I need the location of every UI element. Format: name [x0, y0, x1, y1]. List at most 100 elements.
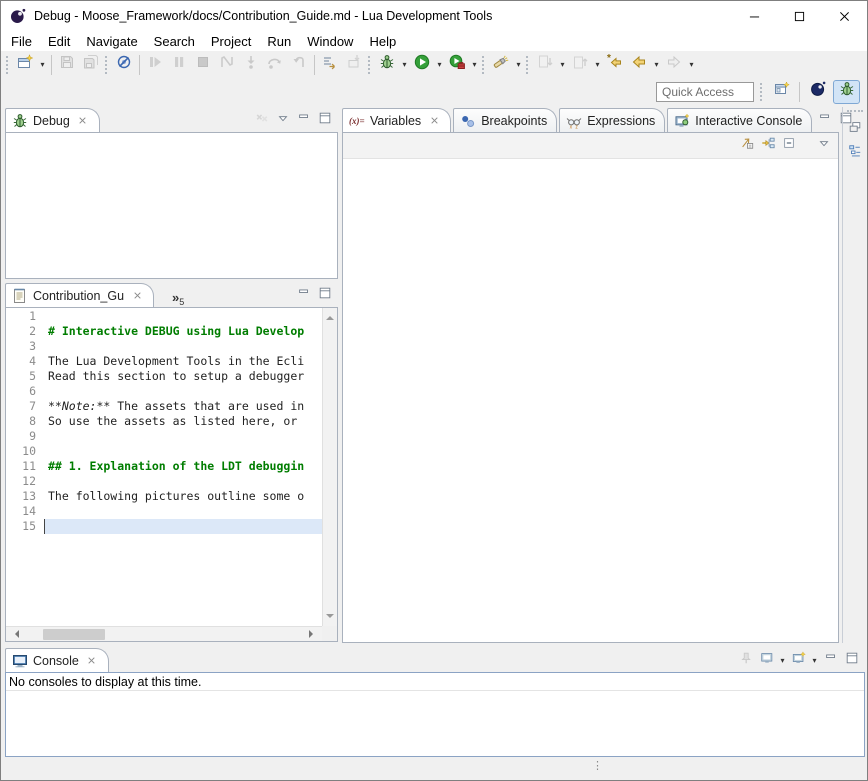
new-wizard-menu-chevron[interactable]: ▾: [37, 53, 48, 77]
show-type-names-button[interactable]: [736, 136, 757, 156]
lua-perspective-button[interactable]: [804, 80, 831, 104]
minimize-view-button[interactable]: [814, 110, 835, 130]
terminate-button[interactable]: [191, 53, 215, 77]
maximize-view-icon: [318, 111, 332, 130]
view-menu-button[interactable]: [272, 110, 293, 130]
run-button[interactable]: [410, 53, 434, 77]
close-tab-icon[interactable]: [85, 654, 99, 668]
window-close-button[interactable]: [822, 1, 867, 31]
open-perspective-button[interactable]: [768, 80, 795, 104]
save-all-button[interactable]: [79, 53, 103, 77]
next-annotation-menu-chevron[interactable]: ▾: [557, 53, 568, 77]
close-tab-icon[interactable]: [130, 289, 144, 303]
console-icon: [12, 653, 29, 669]
tab-contribution-guide[interactable]: Contribution_Gu: [5, 283, 154, 307]
save-button[interactable]: [55, 53, 79, 77]
code-line: [44, 444, 322, 459]
pin-console-button[interactable]: [735, 650, 756, 670]
resume-button[interactable]: [143, 53, 167, 77]
show-type-names-icon: [740, 136, 754, 155]
close-tab-icon[interactable]: [427, 114, 441, 128]
back-menu-chevron[interactable]: ▾: [651, 53, 662, 77]
menu-window[interactable]: Window: [299, 33, 361, 50]
last-edit-location-button[interactable]: *: [603, 53, 627, 77]
display-console-menu-chevron[interactable]: ▾: [777, 648, 788, 672]
previous-annotation-menu-chevron[interactable]: ▾: [592, 53, 603, 77]
hidden-editors-button[interactable]: » 5: [172, 285, 184, 307]
window-minimize-button[interactable]: [732, 1, 777, 31]
open-console-button[interactable]: [788, 650, 809, 670]
tab-debug[interactable]: Debug: [5, 108, 100, 132]
line-number: 4: [6, 354, 44, 369]
use-step-filters-button[interactable]: [318, 53, 342, 77]
disconnect-button[interactable]: [215, 53, 239, 77]
statusbar-drag-handle[interactable]: ⋮: [592, 759, 603, 772]
minimize-view-button[interactable]: [293, 285, 314, 305]
skip-all-breakpoints-button[interactable]: [112, 53, 136, 77]
maximize-view-button[interactable]: [841, 650, 862, 670]
tab-console[interactable]: Console: [5, 648, 109, 672]
maximize-view-icon: [845, 651, 859, 670]
menu-search[interactable]: Search: [146, 33, 203, 50]
debug-view-content[interactable]: [5, 132, 338, 279]
next-annotation-button[interactable]: [533, 53, 557, 77]
debug-button[interactable]: [375, 53, 399, 77]
debug-menu-chevron[interactable]: ▾: [399, 53, 410, 77]
code-line: [44, 309, 322, 324]
quick-access-input[interactable]: [656, 82, 754, 102]
menu-help[interactable]: Help: [361, 33, 404, 50]
scrollbar-thumb[interactable]: [43, 629, 105, 640]
console-content[interactable]: No consoles to display at this time.: [5, 672, 865, 757]
maximize-view-icon: [318, 286, 332, 305]
minimize-view-button[interactable]: [820, 650, 841, 670]
menu-run[interactable]: Run: [259, 33, 299, 50]
scroll-down-arrow[interactable]: [326, 614, 334, 622]
search-button[interactable]: [489, 53, 513, 77]
tab-breakpoints[interactable]: Breakpoints: [453, 108, 557, 132]
open-console-menu-chevron[interactable]: ▾: [809, 648, 820, 672]
external-tools-button[interactable]: [445, 53, 469, 77]
step-return-button[interactable]: [287, 53, 311, 77]
scroll-up-arrow[interactable]: [326, 312, 334, 320]
tab-expressions[interactable]: xzExpressions: [559, 108, 665, 132]
vertical-scrollbar[interactable]: [322, 308, 337, 626]
menu-file[interactable]: File: [3, 33, 40, 50]
variables-content[interactable]: [343, 159, 838, 643]
code-line: # Interactive DEBUG using Lua Develop: [44, 324, 322, 339]
drop-to-frame-button[interactable]: [342, 53, 366, 77]
remove-terminated-button[interactable]: [251, 110, 272, 130]
minimize-view-button[interactable]: [293, 110, 314, 130]
maximize-view-button[interactable]: [314, 285, 335, 305]
line-number: 14: [6, 504, 44, 519]
close-tab-icon[interactable]: [76, 114, 90, 128]
restore-view-button[interactable]: [844, 119, 865, 139]
suspend-button[interactable]: [167, 53, 191, 77]
code-area[interactable]: # Interactive DEBUG using Lua DevelopThe…: [44, 308, 322, 641]
menu-navigate[interactable]: Navigate: [78, 33, 145, 50]
forward-button[interactable]: [662, 53, 686, 77]
back-button[interactable]: [627, 53, 651, 77]
scroll-left-arrow[interactable]: [11, 630, 19, 638]
new-wizard-button[interactable]: [13, 53, 37, 77]
previous-annotation-button[interactable]: [568, 53, 592, 77]
tab-variables[interactable]: (x)=Variables: [342, 108, 451, 132]
menu-project[interactable]: Project: [203, 33, 259, 50]
display-selected-console-button[interactable]: [756, 650, 777, 670]
debug-perspective-button[interactable]: [833, 80, 860, 104]
collapse-all-button[interactable]: [778, 136, 799, 156]
external-tools-menu-chevron[interactable]: ▾: [469, 53, 480, 77]
step-into-button[interactable]: [239, 53, 263, 77]
forward-menu-chevron[interactable]: ▾: [686, 53, 697, 77]
scroll-right-arrow[interactable]: [309, 630, 317, 638]
run-menu-chevron[interactable]: ▾: [434, 53, 445, 77]
menu-edit[interactable]: Edit: [40, 33, 78, 50]
horizontal-scrollbar[interactable]: [6, 626, 322, 641]
window-maximize-button[interactable]: [777, 1, 822, 31]
outline-view-button[interactable]: [844, 143, 865, 163]
maximize-view-button[interactable]: [314, 110, 335, 130]
show-logical-structures-button[interactable]: [757, 136, 778, 156]
view-menu-button[interactable]: [813, 136, 834, 156]
step-over-button[interactable]: [263, 53, 287, 77]
search-menu-chevron[interactable]: ▾: [513, 53, 524, 77]
tab-interactive-console[interactable]: Interactive Console: [667, 108, 812, 132]
